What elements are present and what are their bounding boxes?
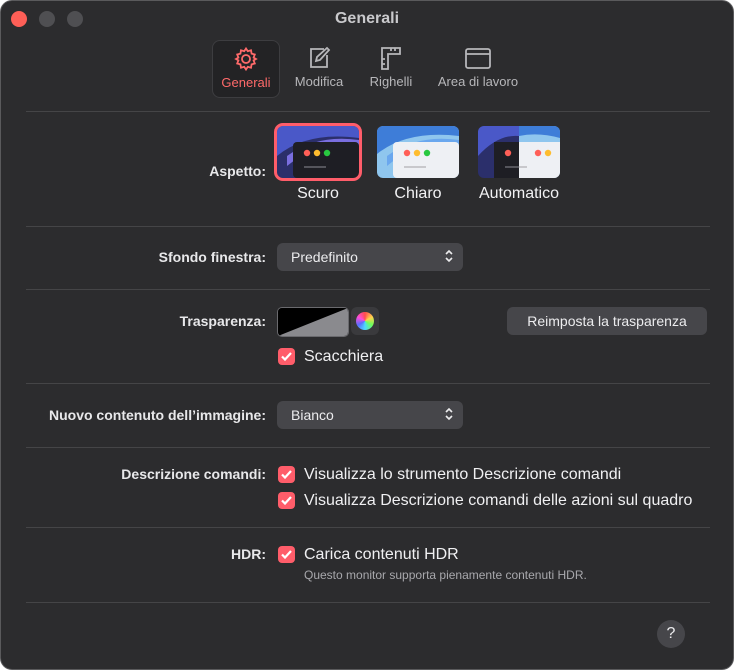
window-title: Generali <box>334 10 400 27</box>
edit-icon <box>310 46 331 68</box>
checkmark-icon <box>281 352 292 362</box>
gear-icon <box>234 46 258 72</box>
divider-2 <box>26 289 710 290</box>
light-preview-image <box>377 126 459 178</box>
new-content-label: Nuovo contenuto dell’immagine: <box>48 407 266 423</box>
hdr-label: HDR: <box>231 546 266 562</box>
help-button[interactable]: ? <box>657 620 685 648</box>
new-content-select[interactable]: Bianco <box>277 401 463 429</box>
title-bar: Generali <box>1 1 733 39</box>
tab-area-di-lavoro[interactable]: Area di lavoro <box>431 40 525 96</box>
auto-preview-image <box>478 126 560 178</box>
divider-1 <box>26 226 710 227</box>
appearance-label: Aspetto: <box>209 163 266 179</box>
transparency-swatch <box>278 308 348 336</box>
color-wheel-icon <box>356 312 374 330</box>
color-picker-button[interactable] <box>351 307 379 335</box>
tooltip-canvas-checkbox[interactable] <box>278 492 295 509</box>
chevron-updown-icon <box>445 407 453 421</box>
checkmark-icon <box>281 496 292 506</box>
hdr-option-label: Carica contenuti HDR <box>304 546 459 563</box>
ruler-icon <box>381 47 401 70</box>
tooltip-canvas-label: Visualizza Descrizione comandi delle azi… <box>304 492 693 509</box>
background-select[interactable]: Predefinito <box>277 243 463 271</box>
new-content-value: Bianco <box>291 407 334 423</box>
tab-righelli-label: Righelli <box>369 74 413 89</box>
reset-transparency-button[interactable]: Reimposta la trasparenza <box>507 307 707 335</box>
preferences-toolbar: Generali Modifica Righelli Area di lavor… <box>1 40 733 98</box>
tooltip-tool-checkbox[interactable] <box>278 466 295 483</box>
chevron-updown-icon <box>445 249 453 263</box>
toolbar-divider <box>26 111 710 112</box>
dark-preview-image <box>277 126 359 178</box>
divider-4 <box>26 447 710 448</box>
divider-5 <box>26 527 710 528</box>
tab-generali-label: Generali <box>221 75 271 90</box>
preferences-window: Generali Generali Modifica Righelli Area… <box>0 0 734 670</box>
checkerboard-label: Scacchiera <box>304 348 384 365</box>
tab-righelli[interactable]: Righelli <box>360 40 422 96</box>
tab-area-di-lavoro-label: Area di lavoro <box>437 74 519 89</box>
appearance-auto-caption: Automatico <box>478 185 560 202</box>
appearance-light-thumbnail[interactable] <box>377 126 459 178</box>
tab-modifica-label: Modifica <box>294 74 344 89</box>
window-icon <box>465 48 491 69</box>
background-label: Sfondo finestra: <box>158 249 266 265</box>
appearance-auto-thumbnail[interactable] <box>478 126 560 178</box>
checkmark-icon <box>281 470 292 480</box>
divider-6 <box>26 602 710 603</box>
tooltip-tool-label: Visualizza lo strumento Descrizione coma… <box>304 466 622 483</box>
transparency-label: Trasparenza: <box>179 313 266 329</box>
tooltips-label: Descrizione comandi: <box>121 466 266 482</box>
tab-generali[interactable]: Generali <box>212 40 280 98</box>
hdr-note: Questo monitor supporta pienamente conte… <box>304 568 587 582</box>
checkmark-icon <box>281 550 292 560</box>
tab-modifica[interactable]: Modifica <box>288 40 350 96</box>
divider-3 <box>26 383 710 384</box>
checkerboard-checkbox[interactable] <box>278 348 295 365</box>
background-value: Predefinito <box>291 249 358 265</box>
transparency-color-well[interactable] <box>277 307 349 337</box>
appearance-dark-thumbnail[interactable] <box>274 123 362 181</box>
hdr-checkbox[interactable] <box>278 546 295 563</box>
